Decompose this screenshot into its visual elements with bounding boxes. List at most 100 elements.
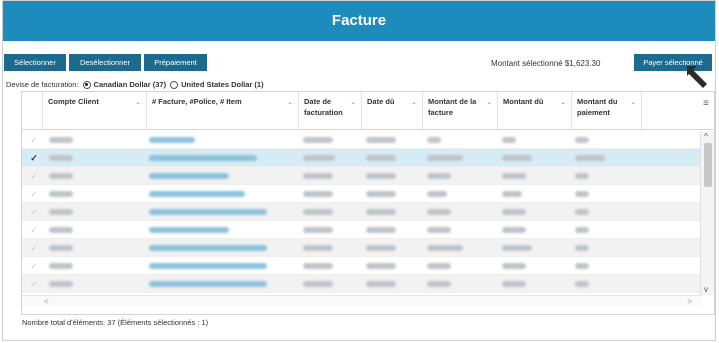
table-row[interactable]: ✓	[22, 185, 714, 203]
redacted-cell	[502, 137, 516, 143]
redacted-cell	[49, 209, 73, 215]
scroll-left-icon[interactable]: <	[44, 297, 49, 306]
deselect-button[interactable]: Desélectionner	[69, 54, 141, 71]
sort-chevron-icon[interactable]: ⌄	[486, 97, 492, 108]
column-header-invoice-date[interactable]: Date de facturation ⌄	[299, 92, 362, 130]
row-checkbox[interactable]: ✓	[29, 189, 39, 199]
redacted-cell	[575, 281, 589, 287]
redacted-cell	[502, 155, 532, 161]
redacted-cell	[575, 227, 589, 233]
redacted-cell	[575, 209, 589, 215]
redacted-link[interactable]	[149, 173, 229, 179]
radio-empty-icon[interactable]	[170, 80, 179, 89]
column-header-amount-due[interactable]: Montant dû ⌄	[498, 92, 572, 130]
row-checkbox[interactable]: ✓	[29, 279, 39, 289]
grid-footer: Nombre total d'éléments: 37 (Éléments sé…	[22, 318, 209, 327]
scroll-down-icon[interactable]: v	[704, 285, 708, 294]
redacted-cell	[303, 155, 335, 161]
table-row[interactable]: ✓	[22, 275, 714, 293]
redacted-cell	[427, 173, 451, 179]
horizontal-scrollbar[interactable]: < >	[22, 295, 702, 307]
redacted-cell	[366, 191, 396, 197]
row-checkbox-checked[interactable]: ✓	[29, 153, 39, 163]
redacted-cell	[427, 281, 451, 287]
sort-chevron-icon[interactable]: ⌄	[350, 97, 356, 108]
currency-option-label: Canadian Dollar (37)	[93, 80, 167, 89]
currency-option-cad[interactable]: Canadian Dollar (37)	[82, 80, 167, 89]
currency-option-usd[interactable]: United States Dollar (1)	[170, 80, 264, 89]
vertical-scrollbar[interactable]: ^ v	[700, 131, 714, 295]
redacted-cell	[366, 155, 396, 161]
redacted-cell	[49, 245, 73, 251]
prepayment-button[interactable]: Prépaiement	[144, 54, 207, 71]
redacted-link[interactable]	[149, 227, 229, 233]
redacted-link[interactable]	[149, 209, 267, 215]
table-row[interactable]: ✓	[22, 239, 714, 257]
redacted-cell	[502, 191, 522, 197]
redacted-cell	[427, 191, 447, 197]
redacted-link[interactable]	[149, 191, 245, 197]
table-row[interactable]: ✓	[22, 131, 714, 149]
redacted-link[interactable]	[149, 137, 195, 143]
currency-label: Devise de facturation:	[6, 80, 79, 89]
redacted-cell	[427, 155, 463, 161]
redacted-cell	[502, 245, 532, 251]
radio-selected-icon[interactable]	[82, 80, 91, 89]
redacted-cell	[575, 245, 589, 251]
redacted-cell	[575, 191, 589, 197]
sort-chevron-icon[interactable]: ⌄	[135, 97, 141, 108]
row-checkbox[interactable]: ✓	[29, 171, 39, 181]
column-header-account[interactable]: Compte Client ⌄	[43, 92, 147, 130]
grid-header: Compte Client ⌄ # Facture, #Police, # Ite…	[22, 92, 714, 130]
page-title: Facture	[3, 1, 715, 41]
redacted-cell	[575, 263, 589, 269]
select-all-column[interactable]	[22, 92, 43, 130]
table-row[interactable]: ✓	[22, 221, 714, 239]
column-header-payment-amount[interactable]: Montant du paiement ⌄	[572, 92, 642, 130]
row-checkbox[interactable]: ✓	[29, 135, 39, 145]
row-checkbox[interactable]: ✓	[29, 261, 39, 271]
currency-option-label: United States Dollar (1)	[181, 80, 264, 89]
redacted-cell	[303, 263, 333, 269]
scroll-up-icon[interactable]: ^	[704, 132, 708, 141]
currency-selector: Devise de facturation: Canadian Dollar (…	[6, 80, 264, 89]
column-menu-icon[interactable]: ≡	[703, 98, 713, 109]
row-checkbox[interactable]: ✓	[29, 207, 39, 217]
column-header-invoice-amount[interactable]: Montant de la facture ⌄	[423, 92, 498, 130]
redacted-cell	[366, 209, 396, 215]
redacted-cell	[49, 281, 73, 287]
redacted-cell	[575, 173, 589, 179]
table-row[interactable]: ✓	[22, 257, 714, 275]
scrollbar-thumb[interactable]	[704, 143, 712, 187]
column-header-due-date[interactable]: Date dû ⌄	[362, 92, 423, 130]
redacted-cell	[303, 281, 333, 287]
redacted-cell	[502, 173, 526, 179]
select-button[interactable]: Sélectionner	[4, 54, 66, 71]
redacted-cell	[427, 137, 441, 143]
redacted-link[interactable]	[149, 245, 267, 251]
redacted-link[interactable]	[149, 155, 257, 161]
redacted-link[interactable]	[149, 281, 267, 287]
sort-chevron-icon[interactable]: ⌄	[287, 97, 293, 108]
scroll-right-icon[interactable]: >	[687, 297, 692, 306]
table-row[interactable]: ✓	[22, 149, 714, 167]
redacted-cell	[49, 191, 73, 197]
table-row[interactable]: ✓	[22, 167, 714, 185]
table-row[interactable]: ✓	[22, 203, 714, 221]
redacted-cell	[427, 263, 451, 269]
row-checkbox[interactable]: ✓	[29, 225, 39, 235]
redacted-cell	[303, 227, 333, 233]
row-checkbox[interactable]: ✓	[29, 243, 39, 253]
toolbar: Sélectionner Desélectionner Prépaiement	[4, 54, 207, 71]
sort-chevron-icon[interactable]: ⌄	[560, 97, 566, 108]
redacted-cell	[303, 245, 333, 251]
sort-chevron-icon[interactable]: ⌄	[411, 97, 417, 108]
mouse-cursor-icon	[687, 66, 707, 88]
redacted-cell	[366, 173, 396, 179]
column-header-invoice[interactable]: # Facture, #Police, # Item ⌄	[147, 92, 299, 130]
invoice-grid: Compte Client ⌄ # Facture, #Police, # Ite…	[21, 91, 715, 315]
redacted-cell	[49, 137, 73, 143]
redacted-cell	[49, 173, 73, 179]
sort-chevron-icon[interactable]: ⌄	[630, 97, 636, 108]
redacted-link[interactable]	[149, 263, 267, 269]
